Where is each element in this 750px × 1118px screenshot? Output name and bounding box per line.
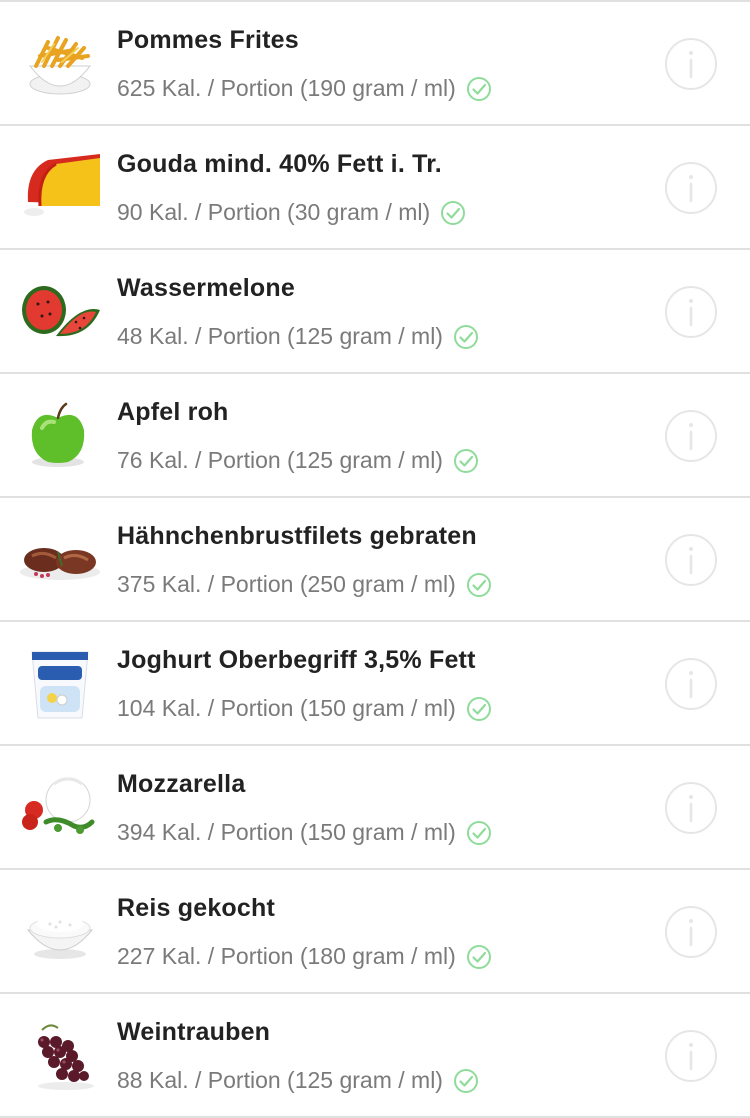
food-name: Mozzarella — [117, 770, 246, 798]
food-name: Gouda mind. 40% Fett i. Tr. — [117, 150, 442, 178]
food-calories: 625 Kal. / Portion (190 gram / ml) — [117, 75, 492, 102]
food-calories: 104 Kal. / Portion (150 gram / ml) — [117, 695, 492, 722]
info-icon[interactable] — [664, 781, 718, 835]
food-calories-text: 88 Kal. / Portion (125 gram / ml) — [117, 1067, 443, 1093]
watermelon-icon — [18, 274, 102, 350]
food-calories-text: 90 Kal. / Portion (30 gram / ml) — [117, 199, 431, 225]
food-name: Apfel roh — [117, 398, 229, 426]
verified-check-icon — [453, 1068, 479, 1094]
food-name: Hähnchenbrustfilets gebraten — [117, 522, 477, 550]
food-list-item[interactable]: Apfel roh 76 Kal. / Portion (125 gram / … — [0, 374, 750, 498]
info-icon[interactable] — [664, 409, 718, 463]
info-icon[interactable] — [664, 1029, 718, 1083]
food-calories: 227 Kal. / Portion (180 gram / ml) — [117, 943, 492, 970]
food-list-item[interactable]: Joghurt Oberbegriff 3,5% Fett 104 Kal. /… — [0, 622, 750, 746]
verified-check-icon — [453, 448, 479, 474]
verified-check-icon — [466, 572, 492, 598]
info-icon[interactable] — [664, 285, 718, 339]
food-calories: 88 Kal. / Portion (125 gram / ml) — [117, 1067, 479, 1094]
food-calories: 76 Kal. / Portion (125 gram / ml) — [117, 447, 479, 474]
info-icon[interactable] — [664, 161, 718, 215]
verified-check-icon — [466, 944, 492, 970]
food-calories: 375 Kal. / Portion (250 gram / ml) — [117, 571, 492, 598]
chicken-icon — [18, 522, 102, 598]
rice-icon — [18, 894, 102, 970]
food-calories-text: 394 Kal. / Portion (150 gram / ml) — [117, 819, 456, 845]
fries-icon — [18, 26, 102, 102]
food-name: Reis gekocht — [117, 894, 276, 922]
verified-check-icon — [453, 324, 479, 350]
food-calories-text: 76 Kal. / Portion (125 gram / ml) — [117, 447, 443, 473]
food-calories-text: 104 Kal. / Portion (150 gram / ml) — [117, 695, 456, 721]
food-list-item[interactable]: Wassermelone 48 Kal. / Portion (125 gram… — [0, 250, 750, 374]
mozzarella-icon — [18, 770, 102, 846]
food-name: Pommes Frites — [117, 26, 299, 54]
verified-check-icon — [466, 76, 492, 102]
food-list-item[interactable]: Weintrauben 88 Kal. / Portion (125 gram … — [0, 994, 750, 1118]
food-calories-text: 375 Kal. / Portion (250 gram / ml) — [117, 571, 456, 597]
food-name: Joghurt Oberbegriff 3,5% Fett — [117, 646, 476, 674]
food-calories-text: 227 Kal. / Portion (180 gram / ml) — [117, 943, 456, 969]
food-calories-text: 48 Kal. / Portion (125 gram / ml) — [117, 323, 443, 349]
food-list-item[interactable]: Reis gekocht 227 Kal. / Portion (180 gra… — [0, 870, 750, 994]
food-calories: 90 Kal. / Portion (30 gram / ml) — [117, 199, 466, 226]
yogurt-icon — [18, 646, 102, 722]
apple-icon — [18, 398, 102, 474]
food-list: Pommes Frites 625 Kal. / Portion (190 gr… — [0, 0, 750, 1118]
info-icon[interactable] — [664, 657, 718, 711]
food-list-item[interactable]: Pommes Frites 625 Kal. / Portion (190 gr… — [0, 2, 750, 126]
cheese-icon — [18, 150, 102, 226]
food-name: Wassermelone — [117, 274, 295, 302]
food-list-item[interactable]: Mozzarella 394 Kal. / Portion (150 gram … — [0, 746, 750, 870]
info-icon[interactable] — [664, 905, 718, 959]
info-icon[interactable] — [664, 37, 718, 91]
food-name: Weintrauben — [117, 1018, 271, 1046]
food-list-item[interactable]: Hähnchenbrustfilets gebraten 375 Kal. / … — [0, 498, 750, 622]
grapes-icon — [18, 1018, 102, 1094]
food-list-item[interactable]: Gouda mind. 40% Fett i. Tr. 90 Kal. / Po… — [0, 126, 750, 250]
food-calories-text: 625 Kal. / Portion (190 gram / ml) — [117, 75, 456, 101]
verified-check-icon — [466, 696, 492, 722]
food-calories: 394 Kal. / Portion (150 gram / ml) — [117, 819, 492, 846]
info-icon[interactable] — [664, 533, 718, 587]
food-calories: 48 Kal. / Portion (125 gram / ml) — [117, 323, 479, 350]
verified-check-icon — [466, 820, 492, 846]
verified-check-icon — [440, 200, 466, 226]
